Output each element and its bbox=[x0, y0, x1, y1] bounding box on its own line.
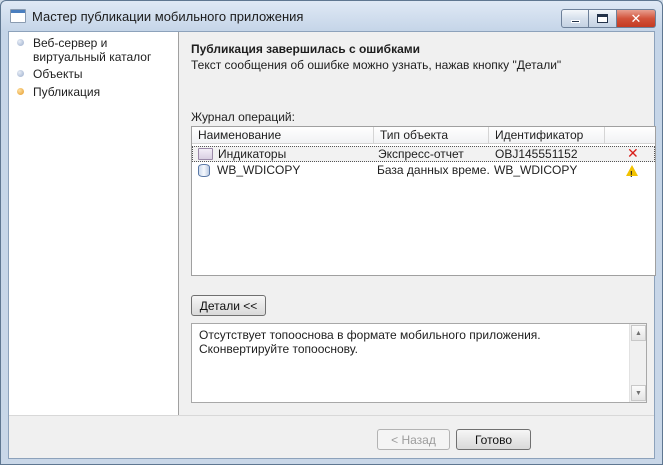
page-subtitle: Текст сообщения об ошибке можно узнать, … bbox=[191, 58, 562, 72]
table-header: Наименование Тип объекта Идентификатор bbox=[192, 127, 655, 144]
error-details-text: Отсутствует топооснова в формате мобильн… bbox=[199, 328, 541, 356]
minimize-button[interactable] bbox=[561, 9, 589, 28]
step-label: Веб-сервер и виртуальный каталог bbox=[33, 36, 152, 64]
maximize-button[interactable] bbox=[589, 9, 617, 28]
step-bullet-icon bbox=[17, 39, 24, 46]
app-window-icon bbox=[10, 9, 26, 23]
details-scrollbar[interactable]: ▲ ▼ bbox=[629, 324, 646, 402]
wizard-client-area: Веб-сервер и виртуальный каталог Объекты… bbox=[8, 31, 656, 459]
scroll-up-icon[interactable]: ▲ bbox=[631, 325, 646, 341]
details-button[interactable]: Детали << bbox=[191, 295, 266, 316]
table-row[interactable]: Индикаторы Экспресс-отчет OBJ145551152 ✕ bbox=[192, 146, 655, 162]
step-label: Публикация bbox=[33, 85, 101, 99]
wizard-footer: < Назад Готово bbox=[9, 415, 654, 458]
step-content: Публикация завершилась с ошибками Текст … bbox=[180, 32, 656, 415]
page-title: Публикация завершилась с ошибками bbox=[191, 42, 421, 56]
step-bullet-icon bbox=[17, 70, 24, 77]
row-id: WB_WDICOPY bbox=[494, 163, 578, 177]
cube-icon bbox=[198, 148, 213, 160]
column-header-status bbox=[605, 127, 655, 144]
error-details-textbox[interactable]: Отсутствует топооснова в формате мобильн… bbox=[191, 323, 647, 403]
column-header-id[interactable]: Идентификатор bbox=[489, 127, 605, 144]
steps-sidebar: Веб-сервер и виртуальный каталог Объекты… bbox=[9, 32, 179, 415]
step-publication: Публикация bbox=[17, 85, 177, 99]
finish-button[interactable]: Готово bbox=[456, 429, 531, 450]
table-row[interactable]: WB_WDICOPY База данных време... WB_WDICO… bbox=[192, 163, 655, 179]
row-type: Экспресс-отчет bbox=[378, 147, 464, 161]
database-icon bbox=[198, 164, 210, 177]
warning-icon: ! bbox=[626, 165, 638, 179]
scroll-down-icon[interactable]: ▼ bbox=[631, 385, 646, 401]
row-type: База данных време... bbox=[377, 163, 489, 177]
column-header-type[interactable]: Тип объекта bbox=[374, 127, 489, 144]
error-icon: ✕ bbox=[627, 145, 639, 161]
back-button[interactable]: < Назад bbox=[377, 429, 450, 450]
row-name: Индикаторы bbox=[218, 147, 287, 161]
wizard-window: Мастер публикации мобильного приложения … bbox=[0, 0, 663, 465]
minimize-icon bbox=[570, 20, 580, 23]
step-objects: Объекты bbox=[17, 67, 177, 81]
row-id: OBJ145551152 bbox=[495, 147, 578, 161]
operations-log-table[interactable]: Наименование Тип объекта Идентификатор И… bbox=[191, 126, 656, 276]
log-label: Журнал операций: bbox=[191, 110, 295, 124]
window-title: Мастер публикации мобильного приложения bbox=[32, 9, 304, 24]
close-icon: ✕ bbox=[630, 10, 642, 26]
maximize-icon bbox=[597, 14, 608, 23]
step-web-server: Веб-сервер и виртуальный каталог bbox=[17, 36, 177, 64]
step-label: Объекты bbox=[33, 67, 83, 81]
step-current-bullet-icon bbox=[17, 88, 24, 95]
title-bar[interactable]: Мастер публикации мобильного приложения … bbox=[1, 1, 662, 31]
column-header-name[interactable]: Наименование bbox=[192, 127, 374, 144]
close-button[interactable]: ✕ bbox=[617, 9, 656, 28]
row-name: WB_WDICOPY bbox=[217, 163, 301, 177]
